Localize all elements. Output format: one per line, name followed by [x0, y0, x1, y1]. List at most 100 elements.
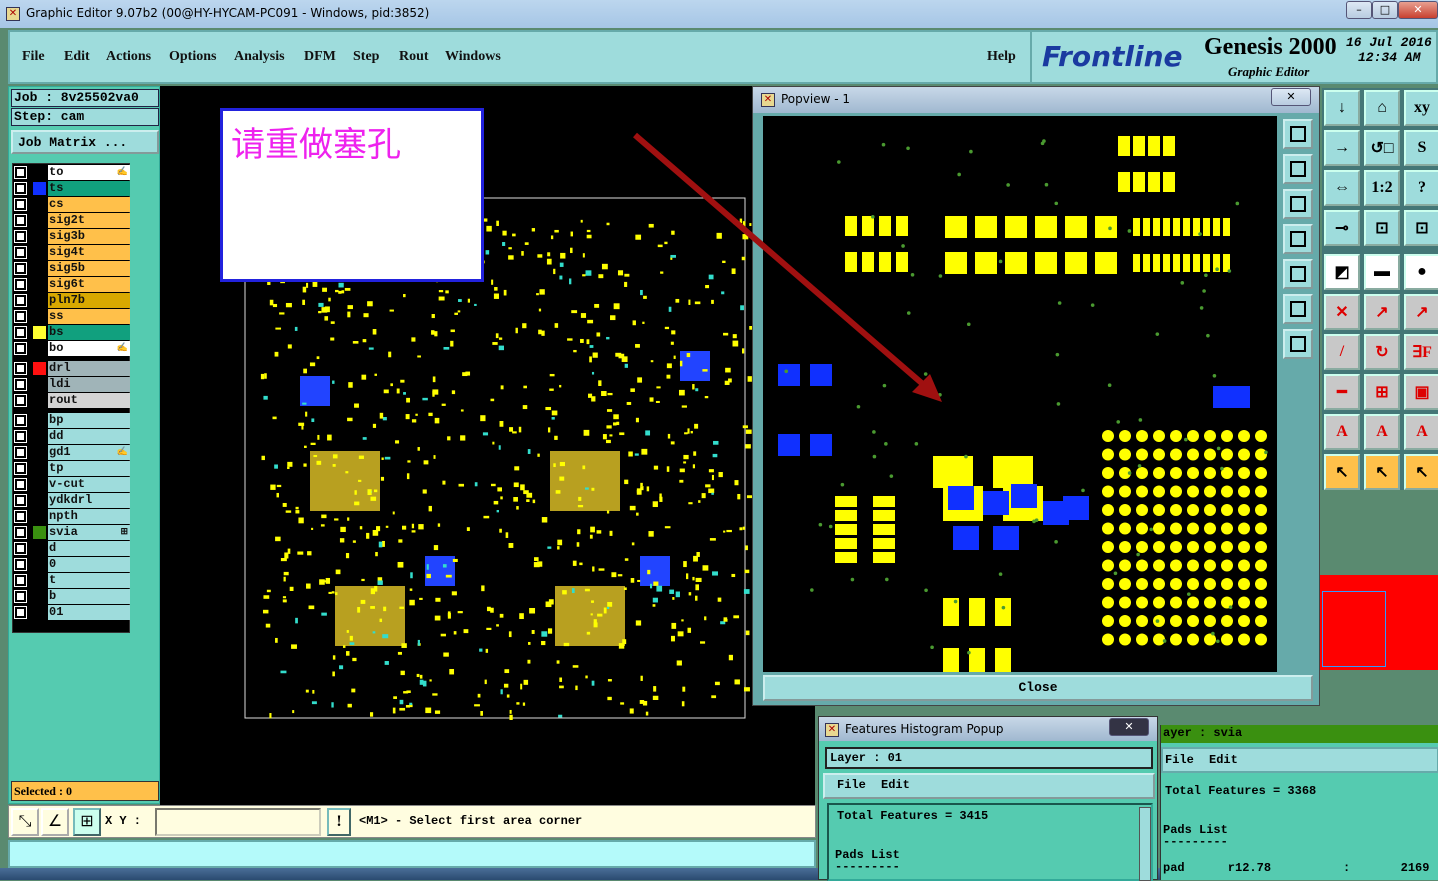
menu-file[interactable]: File: [22, 49, 45, 65]
tool-button-26[interactable]: A: [1364, 414, 1400, 450]
popview-close-x[interactable]: ✕: [1271, 88, 1311, 106]
layer-row-ydkdrl[interactable]: ydkdrl: [13, 493, 131, 508]
layer-row-sig5b[interactable]: sig5b: [13, 261, 131, 276]
layer-checkbox[interactable]: [15, 327, 26, 338]
tool-button-7[interactable]: ⇔: [1324, 170, 1360, 206]
layer-checkbox[interactable]: [15, 395, 26, 406]
layer-checkbox[interactable]: [15, 607, 26, 618]
layer-checkbox[interactable]: [15, 527, 26, 538]
tool-button-22[interactable]: ━: [1324, 374, 1360, 410]
tool-button-15[interactable]: ●: [1404, 254, 1438, 290]
tool-button-19[interactable]: /: [1324, 334, 1360, 370]
layer-row-svia[interactable]: svia ⊞: [13, 525, 131, 540]
layer-name[interactable]: t: [48, 573, 130, 588]
layer-checkbox[interactable]: [15, 379, 26, 390]
tool-button-6[interactable]: S: [1404, 130, 1438, 166]
popview-pan-icon[interactable]: [1283, 329, 1313, 359]
layer-name[interactable]: sig4t: [48, 245, 130, 260]
tool-button-8[interactable]: 1:2: [1364, 170, 1400, 206]
layer-row-dd[interactable]: dd: [13, 429, 131, 444]
layer-checkbox[interactable]: [15, 295, 26, 306]
menu-windows[interactable]: Windows: [445, 49, 501, 65]
tool-button-30[interactable]: ↖: [1404, 454, 1438, 490]
layer-checkbox[interactable]: [15, 431, 26, 442]
layer-name[interactable]: drl: [48, 361, 130, 376]
layer-name[interactable]: svia ⊞: [48, 525, 130, 540]
layer-checkbox[interactable]: [15, 479, 26, 490]
layer-row-0[interactable]: 0: [13, 557, 131, 572]
popview-canvas[interactable]: [763, 116, 1277, 672]
layer-name[interactable]: npth: [48, 509, 130, 524]
layer-name[interactable]: d: [48, 541, 130, 556]
tool-button-18[interactable]: ↗: [1404, 294, 1438, 330]
histogram-menu-file[interactable]: File: [837, 778, 866, 792]
layer-row-d[interactable]: d: [13, 541, 131, 556]
layer-row-drl[interactable]: drl: [13, 361, 131, 376]
histogram-menu-edit[interactable]: Edit: [881, 778, 910, 792]
layer-checkbox[interactable]: [15, 215, 26, 226]
layer-name[interactable]: ydkdrl: [48, 493, 130, 508]
histogram-scrollbar[interactable]: [1139, 807, 1151, 881]
layer-checkbox[interactable]: [15, 559, 26, 570]
layer-name[interactable]: rout: [48, 393, 130, 408]
histogram2-menu-edit[interactable]: Edit: [1209, 753, 1238, 767]
layer-checkbox[interactable]: [15, 199, 26, 210]
command-line[interactable]: [8, 840, 816, 868]
menu-help[interactable]: Help: [987, 49, 1016, 65]
layer-row-pln7b[interactable]: pln7b: [13, 293, 131, 308]
tool-button-28[interactable]: ↖: [1324, 454, 1360, 490]
layer-checkbox[interactable]: [15, 591, 26, 602]
tool-button-11[interactable]: ⊡: [1364, 210, 1400, 246]
tool-button-24[interactable]: ▣: [1404, 374, 1438, 410]
measure-icon[interactable]: ∠: [41, 808, 69, 836]
layer-checkbox[interactable]: [15, 575, 26, 586]
layer-checkbox[interactable]: [15, 343, 26, 354]
menu-rout[interactable]: Rout: [399, 49, 429, 65]
layer-name[interactable]: ss: [48, 309, 130, 324]
tool-button-21[interactable]: ∃F: [1404, 334, 1438, 370]
zoom-area-icon[interactable]: ⤡: [11, 808, 39, 836]
layer-name[interactable]: sig2t: [48, 213, 130, 228]
tool-button-13[interactable]: ◩: [1324, 254, 1360, 290]
menu-actions[interactable]: Actions: [106, 49, 151, 65]
histogram-titlebar[interactable]: ✕ Features Histogram Popup ✕: [819, 717, 1157, 741]
tool-button-9[interactable]: ?: [1404, 170, 1438, 206]
tool-button-17[interactable]: ↗: [1364, 294, 1400, 330]
layer-name[interactable]: pln7b: [48, 293, 130, 308]
layer-name[interactable]: sig6t: [48, 277, 130, 292]
menu-edit[interactable]: Edit: [64, 49, 90, 65]
layer-checkbox[interactable]: [15, 311, 26, 322]
popview-home-icon[interactable]: [1283, 154, 1313, 184]
layer-checkbox[interactable]: [15, 415, 26, 426]
menu-options[interactable]: Options: [169, 49, 216, 65]
layer-row-bp[interactable]: bp: [13, 413, 131, 428]
layer-row-v-cut[interactable]: v-cut: [13, 477, 131, 492]
popview-right-icon[interactable]: [1283, 259, 1313, 289]
tool-button-1[interactable]: ↓: [1324, 90, 1360, 126]
layer-row-npth[interactable]: npth: [13, 509, 131, 524]
layer-name[interactable]: sig5b: [48, 261, 130, 276]
popview-window-icon[interactable]: [1283, 224, 1313, 254]
layer-checkbox[interactable]: [15, 167, 26, 178]
layer-checkbox[interactable]: [15, 363, 26, 374]
layer-checkbox[interactable]: [15, 183, 26, 194]
layer-checkbox[interactable]: [15, 543, 26, 554]
popview-zoom-icon[interactable]: [1283, 294, 1313, 324]
tool-button-3[interactable]: xy: [1404, 90, 1438, 126]
layer-row-bo[interactable]: bo ✍: [13, 341, 131, 356]
layer-row-ts[interactable]: ts: [13, 181, 131, 196]
tool-button-4[interactable]: →: [1324, 130, 1360, 166]
menu-step[interactable]: Step: [353, 49, 379, 65]
popview-titlebar[interactable]: ✕ Popview - 1 ✕: [753, 87, 1319, 113]
layer-name[interactable]: to ✍: [48, 165, 130, 180]
popview-down-icon[interactable]: [1283, 189, 1313, 219]
layer-row-t[interactable]: t: [13, 573, 131, 588]
tool-button-12[interactable]: ⊡: [1404, 210, 1438, 246]
tool-button-23[interactable]: ⊞: [1364, 374, 1400, 410]
popview-close-button[interactable]: Close: [763, 675, 1313, 701]
tool-button-2[interactable]: ⌂: [1364, 90, 1400, 126]
layer-checkbox[interactable]: [15, 231, 26, 242]
layer-row-bs[interactable]: bs: [13, 325, 131, 340]
layer-checkbox[interactable]: [15, 495, 26, 506]
layer-row-ldi[interactable]: ldi: [13, 377, 131, 392]
